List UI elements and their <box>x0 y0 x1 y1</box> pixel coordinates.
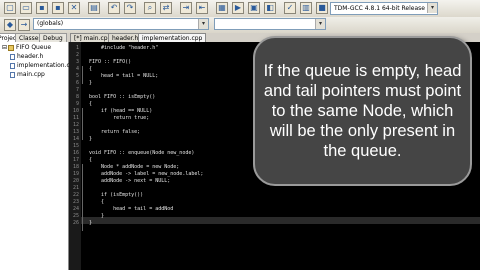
code-line: } <box>89 220 93 226</box>
indent-icon[interactable]: ⇥ <box>180 2 192 14</box>
line-number: 15 <box>72 143 79 149</box>
line-number: 2 <box>75 52 79 58</box>
unindent-icon[interactable]: ⇤ <box>196 2 208 14</box>
secondary-toolbar: ◆ → (globals) ▾ ▾ <box>0 17 480 34</box>
stop-icon[interactable]: ■ <box>316 2 328 14</box>
current-line-highlight <box>81 217 480 224</box>
fold-guide <box>82 164 83 231</box>
line-number: 11 <box>72 115 79 121</box>
code-line: void FIFO :: enqueue(Node new_node) <box>89 150 195 156</box>
line-number: 6 <box>75 80 79 86</box>
find-icon[interactable]: ⌕ <box>144 2 156 14</box>
save-icon[interactable]: ▪ <box>36 2 48 14</box>
chevron-down-icon[interactable]: ▾ <box>315 19 325 29</box>
code-line: { <box>89 199 105 205</box>
run-icon[interactable]: ▶ <box>232 2 244 14</box>
code-line: { <box>89 66 93 72</box>
tab-implementation-cpp[interactable]: implementation.cpp <box>138 33 207 42</box>
tab-debug[interactable]: Debug <box>39 33 67 42</box>
chevron-down-icon[interactable]: ▾ <box>198 19 208 29</box>
replace-icon[interactable]: ⇄ <box>160 2 172 14</box>
callout-text: If the queue is empty, head and tail poi… <box>263 62 462 160</box>
line-number: 20 <box>72 178 79 184</box>
code-line: bool FIFO :: isEmpty() <box>89 94 156 100</box>
code-line: } <box>89 213 105 219</box>
line-number: 16 <box>72 150 79 156</box>
code-line: } <box>89 80 93 86</box>
scope-select-value: (globals) <box>37 20 64 27</box>
code-line: head = tail = addNod <box>89 206 174 212</box>
chevron-down-icon[interactable]: ▾ <box>427 3 437 13</box>
close-icon[interactable]: ✕ <box>68 2 80 14</box>
line-number: 10 <box>72 108 79 114</box>
tree-file[interactable]: main.cpp <box>10 71 45 79</box>
line-number: 1 <box>75 45 79 51</box>
code-line: FIFO :: FIFO() <box>89 59 132 65</box>
callout-box: If the queue is empty, head and tail poi… <box>253 36 472 186</box>
line-number: 13 <box>72 129 79 135</box>
line-number: 25 <box>72 213 79 219</box>
line-number: 3 <box>75 59 79 65</box>
line-number: 12 <box>72 122 79 128</box>
project-label: FIFO Queue <box>16 44 52 51</box>
line-number: 18 <box>72 164 79 170</box>
code-line: { <box>89 157 93 163</box>
line-number: 5 <box>75 73 79 79</box>
member-select[interactable]: ▾ <box>214 18 326 30</box>
file-icon <box>10 63 15 69</box>
tree-file-label: header.h <box>17 53 44 60</box>
line-number: 26 <box>72 220 79 226</box>
debug-icon[interactable]: ✓ <box>284 2 296 14</box>
line-number: 23 <box>72 199 79 205</box>
line-number: 21 <box>72 185 79 191</box>
code-line: addNode -> next = NULL; <box>89 178 171 184</box>
line-number: 19 <box>72 171 79 177</box>
bookmark-icon[interactable]: ◆ <box>4 19 16 31</box>
goto-icon[interactable]: → <box>18 19 30 31</box>
line-number: 24 <box>72 206 79 212</box>
collapse-icon[interactable]: ⊟ <box>2 44 7 52</box>
line-number: 8 <box>75 94 79 100</box>
rebuild-icon[interactable]: ◧ <box>264 2 276 14</box>
compile-run-icon[interactable]: ▣ <box>248 2 260 14</box>
compile-icon[interactable]: ▦ <box>216 2 228 14</box>
line-number: 17 <box>72 157 79 163</box>
line-number: 22 <box>72 192 79 198</box>
fold-guide <box>82 66 83 84</box>
chart-icon[interactable]: ▥ <box>300 2 312 14</box>
main-toolbar: ▢ ▭ ▪ ▪ ✕ ▤ ↶ ↷ ⌕ ⇄ ⇥ ⇤ ▦ ▶ ▣ ◧ ✓ ▥ ■ TD… <box>0 0 480 18</box>
code-line: { <box>89 101 93 107</box>
tree-project[interactable]: ⊟ FIFO Queue <box>2 44 51 52</box>
code-line: return false; <box>89 129 141 135</box>
save-all-icon[interactable]: ▪ <box>52 2 64 14</box>
project-tree: ⊟ FIFO Queue header.h implementation.cpp… <box>0 42 77 270</box>
code-line: if (isEmpty()) <box>89 192 144 198</box>
code-line: addNode -> label = new_node.label; <box>89 171 204 177</box>
open-icon[interactable]: ▭ <box>20 2 32 14</box>
compiler-select-value: TDM-GCC 4.8.1 64-bit Release <box>334 5 425 12</box>
compiler-select[interactable]: TDM-GCC 4.8.1 64-bit Release ▾ <box>330 2 438 15</box>
redo-icon[interactable]: ↷ <box>124 2 136 14</box>
code-line: Node * addNode = new Node; <box>89 164 180 170</box>
undo-icon[interactable]: ↶ <box>108 2 120 14</box>
line-number: 4 <box>75 66 79 72</box>
line-number: 9 <box>75 101 79 107</box>
new-file-icon[interactable]: ▢ <box>4 2 16 14</box>
project-icon <box>8 45 15 51</box>
line-number: 7 <box>75 87 79 93</box>
scope-select[interactable]: (globals) ▾ <box>33 18 209 30</box>
tree-file[interactable]: header.h <box>10 53 43 61</box>
code-line: } <box>89 136 93 142</box>
tree-file[interactable]: implementation.cpp <box>10 62 77 70</box>
code-line: if (head == NULL) <box>89 108 153 114</box>
code-line: return true; <box>89 115 150 121</box>
code-line: #include "header.h" <box>89 45 159 51</box>
fold-guide <box>82 108 83 140</box>
line-number: 14 <box>72 136 79 142</box>
code-line: head = tail = NULL; <box>89 73 159 79</box>
file-icon <box>10 54 15 60</box>
tree-file-label: main.cpp <box>17 71 45 78</box>
print-icon[interactable]: ▤ <box>88 2 100 14</box>
file-icon <box>10 72 15 78</box>
